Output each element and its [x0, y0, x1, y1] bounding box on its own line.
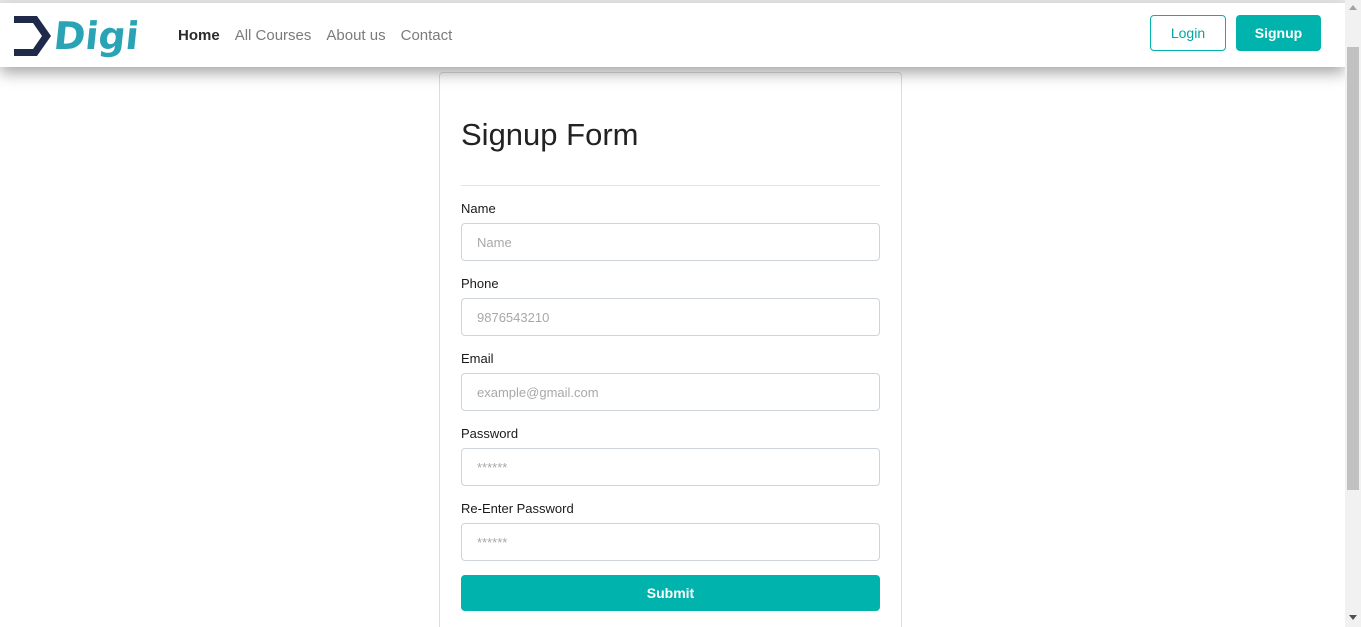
nav-links: Home All Courses About us Contact [178, 26, 467, 46]
submit-button[interactable]: Submit [461, 575, 880, 611]
nav-link-home[interactable]: Home [178, 26, 220, 46]
nav-link-contact[interactable]: Contact [401, 26, 453, 46]
logo-chevron-icon [14, 16, 51, 56]
phone-input[interactable] [461, 298, 880, 336]
form-divider [461, 185, 880, 186]
vertical-scrollbar[interactable] [1345, 0, 1361, 627]
scroll-down-arrow-icon[interactable] [1349, 615, 1357, 620]
name-label: Name [461, 201, 496, 216]
brand-name: Digi [51, 14, 142, 58]
navbar: Digi Home All Courses About us Contact L… [0, 3, 1345, 67]
scrollbar-thumb[interactable] [1347, 47, 1359, 490]
email-input[interactable] [461, 373, 880, 411]
password-label: Password [461, 426, 519, 441]
signup-form-card: Signup Form Name Phone Email Password Re… [439, 72, 902, 627]
nav-link-all-courses[interactable]: All Courses [235, 26, 312, 46]
email-label: Email [461, 351, 494, 366]
signup-button[interactable]: Signup [1236, 15, 1321, 51]
reenter-password-input[interactable] [461, 523, 880, 561]
page: Digi Home All Courses About us Contact L… [0, 0, 1361, 627]
password-input[interactable] [461, 448, 880, 486]
login-button[interactable]: Login [1150, 15, 1226, 51]
form-title: Signup Form [461, 117, 639, 152]
nav-link-about-us[interactable]: About us [326, 26, 385, 46]
phone-label: Phone [461, 276, 499, 291]
reenter-password-label: Re-Enter Password [461, 501, 574, 516]
brand-logo[interactable]: Digi [12, 13, 142, 59]
name-input[interactable] [461, 223, 880, 261]
scroll-up-arrow-icon[interactable] [1349, 5, 1357, 10]
